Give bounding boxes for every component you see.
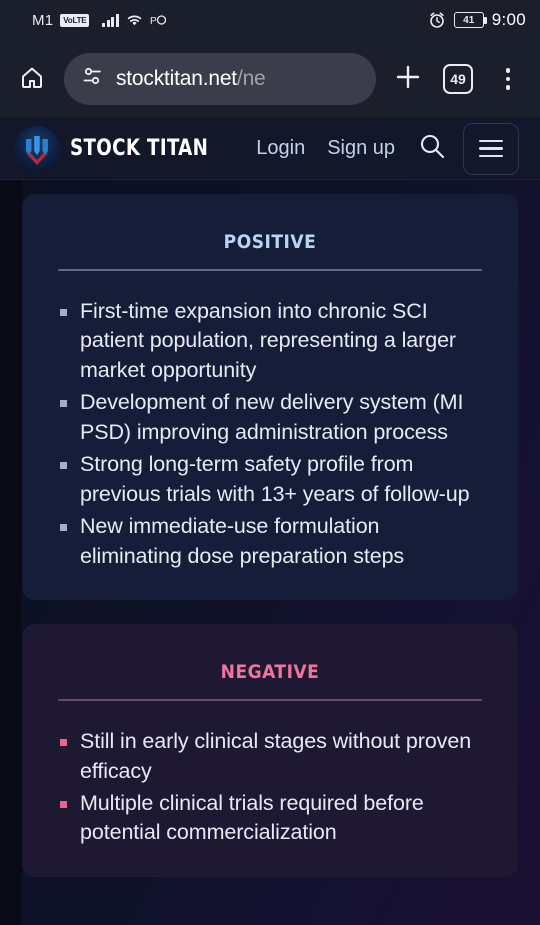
- alarm-clock-icon: [428, 11, 446, 29]
- url-text: stocktitan.net/ne: [116, 67, 266, 91]
- status-bar: M1 VoLTE P 41 9:00: [0, 0, 540, 40]
- plus-icon: [393, 62, 423, 97]
- list-item: New immediate-use formulation eliminatin…: [58, 512, 482, 571]
- page-content: Positive First-time expansion into chron…: [0, 180, 540, 925]
- status-bar-left: M1 VoLTE P: [14, 12, 428, 29]
- positive-card: Positive First-time expansion into chron…: [22, 194, 518, 601]
- list-item: Still in early clinical stages without p…: [58, 727, 482, 786]
- new-tab-button[interactable]: [386, 57, 430, 101]
- search-button[interactable]: [415, 132, 449, 166]
- status-bar-right: 41 9:00: [428, 10, 526, 30]
- list-item: Strong long-term safety profile from pre…: [58, 450, 482, 509]
- stock-titan-logo-icon[interactable]: [14, 125, 60, 172]
- hamburger-menu-button[interactable]: [463, 122, 520, 175]
- negative-card: Negative Still in early clinical stages …: [22, 624, 518, 877]
- list-item: Multiple clinical trials required before…: [58, 789, 482, 848]
- battery-level-label: 41: [463, 14, 475, 26]
- volte-badge: VoLTE: [60, 13, 90, 27]
- battery-indicator: 41: [453, 12, 487, 28]
- negative-card-title: Negative: [220, 654, 320, 686]
- three-dot-menu-icon: [505, 68, 511, 90]
- browser-menu-button[interactable]: [486, 57, 530, 101]
- positive-points-list: First-time expansion into chronic SCI pa…: [58, 297, 482, 571]
- browser-toolbar: stocktitan.net/ne 49: [0, 40, 540, 118]
- login-link[interactable]: Login: [256, 137, 305, 160]
- tab-switcher-button[interactable]: 49: [436, 57, 480, 101]
- negative-card-divider: [58, 699, 482, 702]
- hamburger-menu-icon: [479, 139, 504, 158]
- positive-card-divider: [58, 269, 482, 271]
- svg-text:P: P: [150, 16, 157, 27]
- positive-card-title: Positive: [223, 224, 317, 255]
- negative-points-list: Still in early clinical stages without p…: [58, 727, 482, 848]
- url-path: /ne: [236, 67, 266, 90]
- clock-label: 9:00: [491, 10, 526, 29]
- url-domain: stocktitan.net: [116, 67, 237, 90]
- address-bar[interactable]: stocktitan.net/ne: [64, 53, 376, 105]
- signal-bars-icon: [102, 13, 119, 27]
- app-notification-icon: P: [150, 13, 166, 27]
- carrier-label: M1: [32, 11, 54, 29]
- search-icon: [417, 131, 447, 166]
- list-item: Development of new delivery system (MI P…: [58, 388, 482, 447]
- page-settings-icon[interactable]: [80, 64, 105, 94]
- signup-link[interactable]: Sign up: [327, 137, 395, 160]
- list-item: First-time expansion into chronic SCI pa…: [58, 297, 482, 385]
- home-icon: [18, 63, 46, 96]
- tab-count-badge: 49: [443, 64, 473, 94]
- site-header: STOCK TITAN Login Sign up: [0, 118, 540, 180]
- home-button[interactable]: [10, 57, 54, 101]
- wifi-icon: [126, 13, 143, 27]
- brand-name[interactable]: STOCK TITAN: [70, 136, 208, 161]
- phone-screen: M1 VoLTE P 41 9:00 stocktitan.net/ne 49 …: [0, 0, 540, 925]
